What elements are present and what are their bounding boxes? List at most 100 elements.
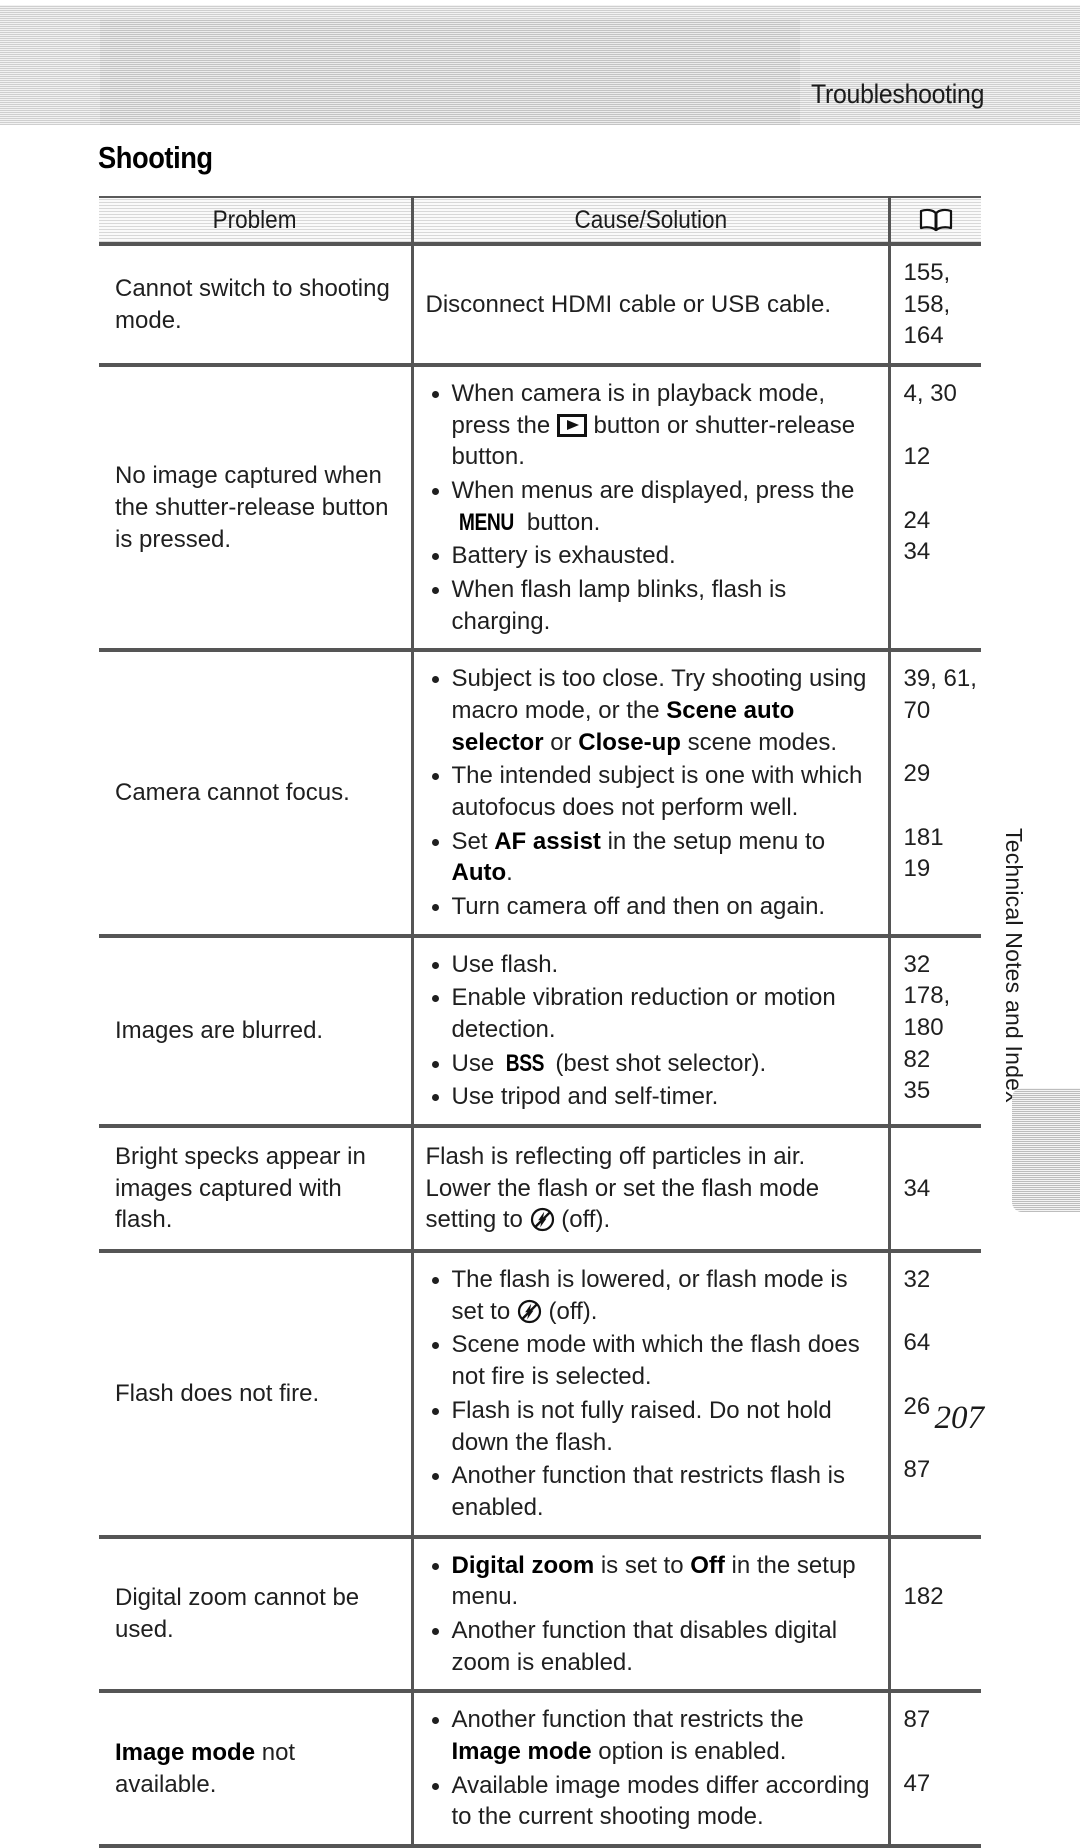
cell-reference: 34: [889, 1126, 981, 1254]
list-item: The intended subject is one with which a…: [426, 760, 876, 823]
book-icon: [919, 207, 953, 233]
reference-page: 70: [903, 697, 931, 725]
cause-text: Disconnect HDMI cable or USB cable.: [425, 290, 832, 318]
flash-off-icon: [530, 1207, 555, 1232]
reference-page: 24: [903, 506, 931, 534]
page-title: Shooting: [98, 140, 213, 175]
reference-page: 34: [903, 1174, 931, 1202]
cause-bullet-list: Digital zoom is set to Off in the setup …: [426, 1550, 876, 1679]
list-item: Use flash.: [426, 949, 876, 981]
reference-page: 35: [903, 1077, 931, 1105]
table-row: Cannot switch to shooting mode. Disconne…: [99, 244, 981, 368]
list-item: Battery is exhausted.: [426, 540, 876, 572]
reference-page: 64: [903, 1329, 931, 1357]
list-item: The flash is lowered, or flash mode is s…: [426, 1264, 876, 1327]
cell-cause-solution: Digital zoom is set to Off in the setup …: [412, 1536, 891, 1694]
list-item: Turn camera off and then on again.: [426, 891, 876, 923]
reference-page: 178,: [903, 982, 951, 1010]
column-header-cause-solution: Cause/Solution: [410, 196, 889, 246]
reference-page: 87: [903, 1706, 931, 1734]
cell-cause-solution: When camera is in playback mode, press t…: [412, 365, 891, 653]
list-item: When menus are displayed, press the MENU…: [426, 475, 876, 538]
reference-page: 12: [903, 443, 931, 471]
reference-page: 82: [903, 1045, 931, 1073]
cell-cause-solution: The flash is lowered, or flash mode is s…: [412, 1251, 891, 1539]
reference-page: 39, 61,: [903, 665, 977, 693]
table-row: Flash does not fire. The flash is lowere…: [99, 1251, 981, 1539]
reference-page: 181: [903, 823, 944, 851]
running-header-title: Troubleshooting: [810, 79, 984, 109]
reference-page: 158,: [903, 290, 951, 318]
reference-page: 29: [903, 760, 931, 788]
cell-problem: No image captured when the shutter-relea…: [99, 365, 414, 653]
reference-page: 4, 30: [903, 380, 957, 408]
table-row: Bright specks appear in images captured …: [99, 1126, 981, 1254]
cell-cause-solution: Subject is too close. Try shooting using…: [412, 650, 891, 938]
cell-cause-solution: Flash is reflecting off particles in air…: [412, 1126, 891, 1254]
cell-cause-solution: Disconnect HDMI cable or USB cable.: [412, 244, 891, 368]
list-item: Set AF assist in the setup menu to Auto.: [426, 826, 876, 889]
table-header-row: Problem Cause/Solution: [99, 196, 981, 246]
flash-off-icon: [517, 1299, 542, 1324]
table-row: Image mode not available. Another functi…: [99, 1691, 981, 1848]
list-item: Use tripod and self-timer.: [426, 1081, 876, 1113]
playback-button-icon: [556, 413, 587, 437]
cell-reference: 32 178, 180 82 35: [889, 935, 981, 1129]
list-item: Digital zoom is set to Off in the setup …: [426, 1550, 876, 1613]
cell-reference: 39, 61, 70 29 181 19: [889, 650, 981, 938]
list-item: Another function that restricts the Imag…: [426, 1704, 876, 1767]
table-row: Digital zoom cannot be used. Digital zoo…: [99, 1536, 981, 1694]
troubleshooting-table: Problem Cause/Solution Cannot switch to …: [99, 196, 981, 1848]
reference-page: 155,: [903, 259, 951, 286]
running-header-inner-fill: [100, 19, 800, 125]
reference-page: 32: [903, 1266, 931, 1294]
cell-reference: 32 64 26 87: [889, 1251, 981, 1539]
cell-problem: Camera cannot focus.: [99, 650, 414, 938]
chapter-tab-label: Technical Notes and Index: [1001, 828, 1027, 1103]
menu-button-glyph: MENU: [458, 508, 514, 536]
cell-problem: Images are blurred.: [99, 935, 414, 1129]
list-item: When camera is in playback mode, press t…: [426, 378, 876, 473]
reference-page: 47: [903, 1769, 931, 1797]
cell-problem: Image mode not available.: [99, 1691, 414, 1848]
reference-page: 34: [903, 538, 931, 566]
list-item: Enable vibration reduction or motion det…: [426, 982, 876, 1045]
reference-page: 180: [903, 1014, 944, 1042]
list-item: Subject is too close. Try shooting using…: [426, 663, 876, 758]
running-header-band: Troubleshooting: [0, 5, 1080, 125]
list-item: When flash lamp blinks, flash is chargin…: [426, 574, 876, 637]
list-item: Another function that restricts flash is…: [426, 1460, 876, 1523]
chapter-tab-marker: [1012, 1088, 1080, 1212]
cause-bullet-list: Another function that restricts the Imag…: [426, 1704, 876, 1833]
reference-page: 87: [903, 1456, 931, 1484]
page-number: 207: [934, 1400, 985, 1436]
table-row: Camera cannot focus. Subject is too clos…: [99, 650, 981, 938]
cell-reference: 87 47: [889, 1691, 981, 1848]
reference-page: 164: [903, 322, 944, 350]
cause-text: Flash is reflecting off particles in air…: [425, 1143, 820, 1234]
reference-page: 182: [903, 1583, 944, 1611]
cell-reference: 182: [889, 1536, 981, 1694]
cause-bullet-list: When camera is in playback mode, press t…: [426, 378, 876, 637]
cell-reference: 155, 158, 164: [889, 244, 981, 368]
cell-cause-solution: Another function that restricts the Imag…: [412, 1691, 891, 1848]
table-row: No image captured when the shutter-relea…: [99, 365, 981, 653]
table-row: Images are blurred. Use flash. Enable vi…: [99, 935, 981, 1129]
list-item: Another function that disables digital z…: [426, 1615, 876, 1678]
cell-cause-solution: Use flash. Enable vibration reduction or…: [412, 935, 891, 1129]
column-header-reference: [887, 196, 981, 246]
cell-problem: Cannot switch to shooting mode.: [99, 244, 414, 368]
cell-problem: Digital zoom cannot be used.: [99, 1536, 414, 1694]
cell-problem: Flash does not fire.: [99, 1251, 414, 1539]
list-item: Flash is not fully raised. Do not hold d…: [426, 1395, 876, 1458]
column-header-problem: Problem: [99, 196, 412, 246]
reference-page: 32: [903, 950, 931, 978]
list-item: Use BSS (best shot selector).: [426, 1048, 876, 1080]
cell-reference: 4, 30 12 24 34: [889, 365, 981, 653]
cause-bullet-list: Use flash. Enable vibration reduction or…: [426, 949, 876, 1113]
cell-problem: Bright specks appear in images captured …: [99, 1126, 414, 1254]
bss-glyph: BSS: [505, 1049, 545, 1077]
list-item: Available image modes differ according t…: [426, 1770, 876, 1833]
cause-bullet-list: The flash is lowered, or flash mode is s…: [426, 1264, 876, 1523]
cause-bullet-list: Subject is too close. Try shooting using…: [426, 663, 876, 922]
